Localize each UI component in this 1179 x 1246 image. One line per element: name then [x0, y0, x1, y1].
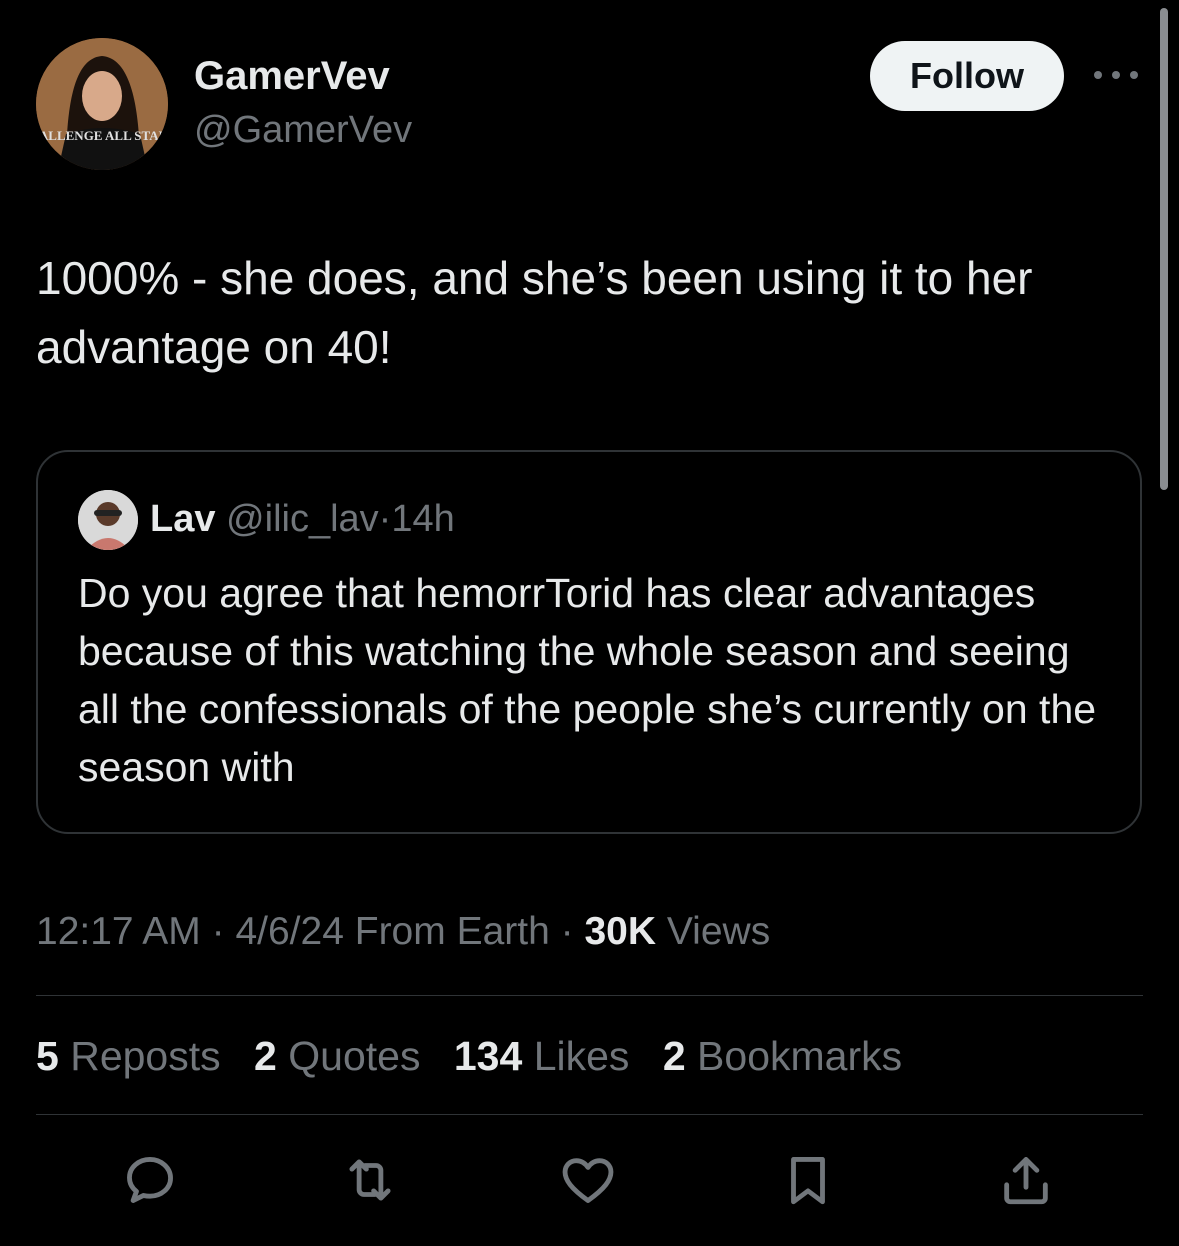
tweet-meta: 12:17 AM · 4/6/24 From Earth · 30K Views — [36, 904, 770, 960]
likes-label: Likes — [533, 1033, 630, 1079]
scrollbar[interactable] — [1160, 8, 1168, 490]
reposts-count: 5 — [36, 1033, 59, 1079]
more-options-icon[interactable] — [1094, 62, 1138, 88]
share-button[interactable] — [996, 1150, 1056, 1210]
quote-author-name[interactable]: Lav — [150, 498, 215, 540]
engagement-stats: 5 Reposts 2 Quotes 134 Likes 2 Bookmarks — [36, 1028, 924, 1084]
bookmarks-label: Bookmarks — [697, 1033, 903, 1079]
bookmark-button[interactable] — [778, 1150, 838, 1210]
like-button[interactable] — [558, 1150, 618, 1210]
reply-button[interactable] — [120, 1150, 180, 1210]
author-avatar[interactable]: HALLENGE ALL STARS — [36, 38, 168, 170]
divider — [36, 1114, 1143, 1115]
avatar-shirt-text: HALLENGE ALL STARS — [36, 128, 168, 143]
meta-separator: · — [560, 910, 574, 953]
likes-stat[interactable]: 134 Likes — [454, 1033, 630, 1079]
author-handle[interactable]: @GamerVev — [194, 107, 412, 153]
quote-author-avatar[interactable] — [78, 490, 138, 550]
quote-author-handle[interactable]: @ilic_lav — [226, 498, 379, 540]
repost-button[interactable] — [340, 1150, 400, 1210]
tweet-date[interactable]: 4/6/24 — [235, 910, 343, 953]
more-dot — [1130, 71, 1138, 79]
divider — [36, 995, 1143, 996]
bookmark-icon — [791, 1157, 825, 1205]
quote-text: Do you agree that hemorrTorid has clear … — [78, 570, 1097, 790]
quotes-stat[interactable]: 2 Quotes — [254, 1033, 420, 1079]
reposts-label: Reposts — [70, 1033, 221, 1079]
tweet-location: From Earth — [354, 910, 550, 953]
like-icon — [562, 1158, 614, 1203]
quote-timestamp[interactable]: 14h — [391, 498, 454, 540]
quotes-label: Quotes — [288, 1033, 421, 1079]
tweet-text: 1000% - she does, and she’s been using i… — [36, 252, 1033, 373]
quote-separator: · — [378, 498, 392, 540]
quote-header: Lav @ilic_lav·14h — [150, 496, 455, 542]
quoted-tweet-card[interactable]: Lav @ilic_lav·14h Do you agree that hemo… — [36, 450, 1142, 834]
repost-icon — [349, 1159, 391, 1201]
more-dot — [1094, 71, 1102, 79]
tweet-time[interactable]: 12:17 AM — [36, 910, 201, 953]
bookmarks-count: 2 — [662, 1033, 686, 1079]
likes-count: 134 — [453, 1033, 523, 1079]
quotes-count: 2 — [254, 1033, 277, 1079]
follow-button[interactable]: Follow — [870, 41, 1064, 111]
reposts-stat[interactable]: 5 Reposts — [36, 1033, 221, 1079]
author-display-name[interactable]: GamerVev — [194, 52, 390, 100]
meta-separator: · — [211, 910, 225, 953]
reply-icon — [127, 1157, 173, 1203]
share-icon — [1004, 1157, 1048, 1205]
bookmarks-stat[interactable]: 2 Bookmarks — [663, 1033, 902, 1079]
views-label: Views — [666, 910, 771, 953]
more-dot — [1112, 71, 1120, 79]
views-count: 30K — [584, 910, 657, 953]
